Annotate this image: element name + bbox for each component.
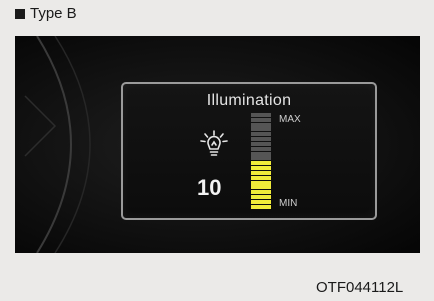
level-segment xyxy=(251,117,271,122)
panel-title: Illumination xyxy=(206,92,292,109)
level-segment xyxy=(251,146,271,151)
level-segment xyxy=(251,170,271,175)
illumination-level-value: 10 xyxy=(197,175,222,200)
level-segment xyxy=(251,161,271,166)
level-segment xyxy=(251,185,271,190)
square-bullet-icon xyxy=(15,8,25,19)
level-segment xyxy=(251,132,271,137)
illumination-level-bar xyxy=(251,113,271,209)
illumination-display-panel: Illumination 10 MAX MIN xyxy=(121,82,377,220)
level-segment xyxy=(251,166,271,171)
figure: Type B Illumination 10 MAX MIN OTF044112… xyxy=(0,0,434,301)
level-segment xyxy=(251,151,271,156)
level-segment xyxy=(251,199,271,204)
level-segment xyxy=(251,127,271,132)
gauge-arc-decoration xyxy=(24,36,91,253)
level-segment xyxy=(251,180,271,185)
level-segment xyxy=(251,156,271,161)
min-label: MIN xyxy=(279,198,298,209)
level-segment xyxy=(251,122,271,127)
level-segment xyxy=(251,137,271,142)
level-segment xyxy=(251,113,271,117)
level-segment xyxy=(251,190,271,195)
type-label-text: Type B xyxy=(30,5,77,22)
level-segment xyxy=(251,141,271,146)
level-segment xyxy=(251,175,271,180)
figure-code: OTF044112L xyxy=(316,279,404,296)
type-label: Type B xyxy=(15,5,77,22)
level-segment xyxy=(251,195,271,200)
max-label: MAX xyxy=(279,114,301,125)
cluster-screen: Illumination 10 MAX MIN xyxy=(15,36,420,253)
level-segment xyxy=(251,204,271,209)
light-bulb-icon xyxy=(200,130,228,156)
